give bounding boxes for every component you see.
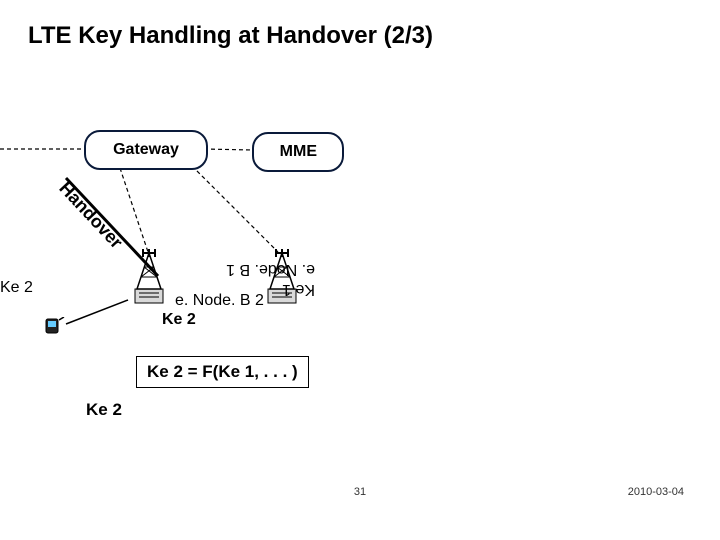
- enodeb1-label: e. Node. B 1: [226, 260, 315, 278]
- page-number: 31: [0, 486, 720, 498]
- key-derivation-formula: Ke 2 = F(Ke 1, . . . ): [136, 356, 309, 388]
- gateway-label: Gateway: [113, 141, 179, 159]
- handover-label: Handover: [55, 178, 127, 253]
- ke2-below-label: Ke 2: [162, 311, 196, 329]
- mme-node: MME: [252, 132, 344, 172]
- ke2-lower-label: Ke 2: [86, 400, 122, 420]
- mme-label: MME: [279, 143, 316, 161]
- enodeb2-tower-icon: [129, 247, 169, 307]
- ke2-left-label: Ke 2: [0, 279, 33, 297]
- page-title: LTE Key Handling at Handover (2/3): [28, 22, 433, 50]
- ke1-label: Ke 1: [282, 280, 315, 298]
- gateway-node: Gateway: [84, 130, 208, 170]
- footer-date: 2010-03-04: [628, 486, 684, 498]
- enodeb2-label: e. Node. B 2: [175, 292, 264, 310]
- connection-lines: [0, 0, 720, 540]
- ue-phone-icon: [45, 317, 65, 335]
- slide: LTE Key Handling at Handover (2/3) Gatew…: [0, 0, 720, 540]
